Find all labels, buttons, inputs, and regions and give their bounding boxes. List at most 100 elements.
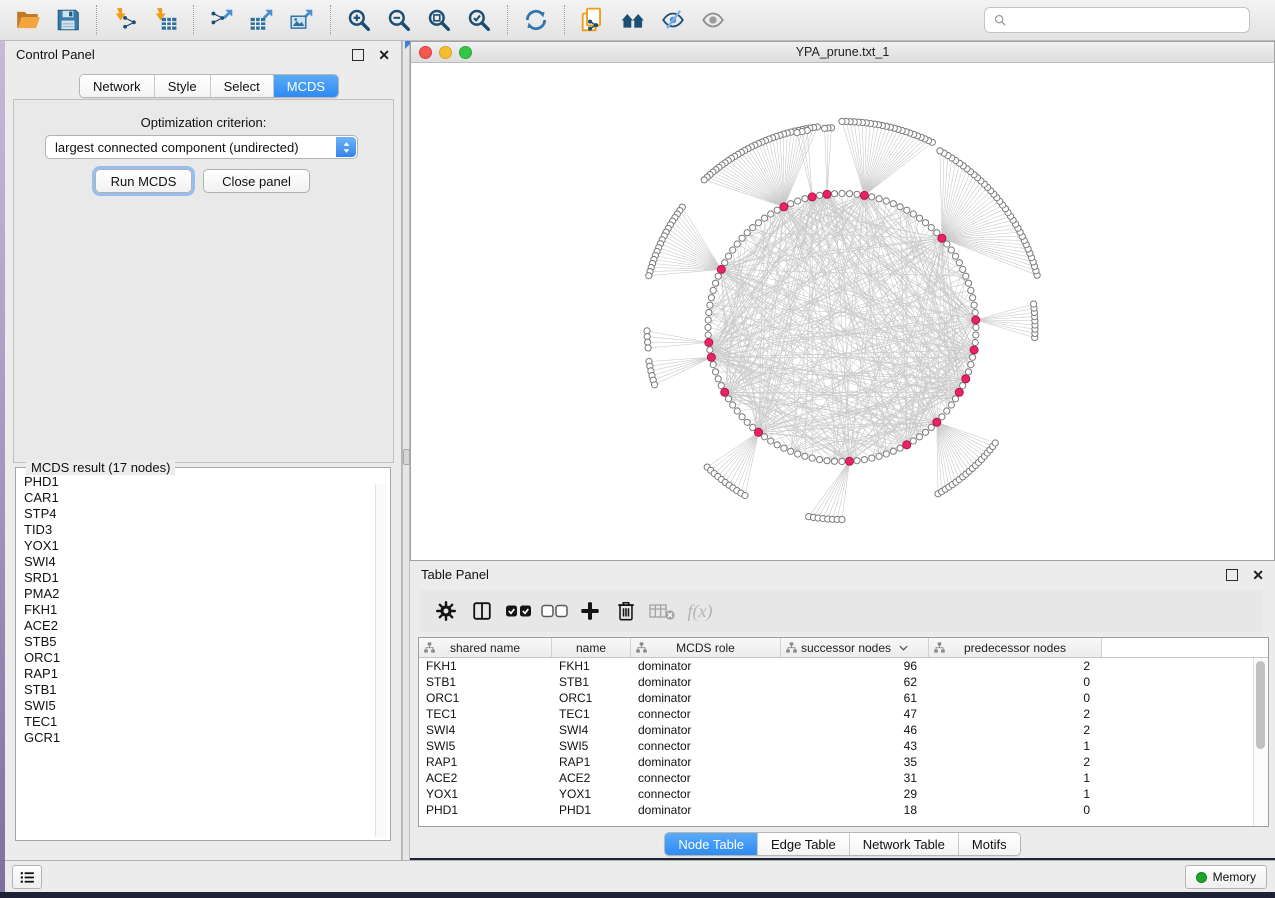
table-row[interactable]: ORC1ORC1dominator610: [419, 690, 1268, 706]
cell-successor_nodes: 47: [781, 707, 929, 721]
import-network-icon[interactable]: [109, 4, 141, 36]
maximize-window-icon[interactable]: [459, 46, 472, 59]
cell-name: SWI5: [552, 739, 631, 753]
export-network-icon[interactable]: [206, 4, 238, 36]
table-row[interactable]: STB1STB1dominator620: [419, 674, 1268, 690]
settings-icon[interactable]: [428, 594, 464, 628]
cell-name: RAP1: [552, 755, 631, 769]
select-spinner-icon[interactable]: [336, 137, 356, 157]
deselect-all-icon[interactable]: [536, 594, 572, 628]
mcds-result-item[interactable]: ACE2: [24, 618, 390, 634]
optimization-criterion-select[interactable]: largest connected component (undirected): [45, 135, 358, 159]
mcds-result-scrollbar[interactable]: [375, 484, 387, 837]
network-from-document-icon[interactable]: [577, 4, 609, 36]
column-header-MCDS-role[interactable]: MCDS role: [631, 638, 781, 657]
tab-edge-table[interactable]: Edge Table: [758, 833, 850, 855]
cell-mcds_role: connector: [631, 707, 781, 721]
mcds-result-item[interactable]: TEC1: [24, 714, 390, 730]
save-icon[interactable]: [52, 4, 84, 36]
tab-motifs[interactable]: Motifs: [959, 833, 1020, 855]
tab-network[interactable]: Network: [80, 75, 155, 97]
delete-icon[interactable]: [608, 594, 644, 628]
mcds-result-item[interactable]: FKH1: [24, 602, 390, 618]
cell-name: TEC1: [552, 707, 631, 721]
mcds-result-item[interactable]: GCR1: [24, 730, 390, 746]
houses-icon[interactable]: [617, 4, 649, 36]
table-row[interactable]: SWI5SWI5connector431: [419, 738, 1268, 754]
refresh-icon[interactable]: [520, 4, 552, 36]
table-row[interactable]: SWI4SWI4dominator462: [419, 722, 1268, 738]
table-row[interactable]: ACE2ACE2connector311: [419, 770, 1268, 786]
float-panel-icon[interactable]: [1226, 569, 1238, 581]
add-icon[interactable]: [572, 594, 608, 628]
tab-mcds[interactable]: MCDS: [274, 75, 338, 97]
export-table-icon[interactable]: [246, 4, 278, 36]
column-header-predecessor-nodes[interactable]: predecessor nodes: [929, 638, 1102, 657]
mcds-result-item[interactable]: RAP1: [24, 666, 390, 682]
tab-network-table[interactable]: Network Table: [850, 833, 959, 855]
table-tabs: Node TableEdge TableNetwork TableMotifs: [664, 832, 1020, 856]
main-toolbar-icons: [8, 4, 733, 36]
close-panel-button[interactable]: Close panel: [203, 169, 310, 193]
select-all-icon[interactable]: [500, 594, 536, 628]
zoom-out-icon[interactable]: [383, 4, 415, 36]
hide-graphics-details-icon[interactable]: [657, 4, 689, 36]
column-header-shared-name[interactable]: shared name: [419, 638, 552, 657]
column-header-successor-nodes[interactable]: successor nodes: [781, 638, 929, 657]
close-window-icon[interactable]: [419, 46, 432, 59]
mcds-result-item[interactable]: STP4: [24, 506, 390, 522]
mcds-result-item[interactable]: SWI4: [24, 554, 390, 570]
network-graph[interactable]: [411, 63, 1274, 560]
mcds-result-item[interactable]: STB1: [24, 682, 390, 698]
tab-node-table[interactable]: Node Table: [665, 833, 758, 855]
table-row[interactable]: FKH1FKH1dominator962: [419, 658, 1268, 674]
toolbar-separator: [193, 5, 194, 35]
node-table-header-row: shared namenameMCDS rolesuccessor nodesp…: [419, 638, 1268, 658]
mcds-result-item[interactable]: SRD1: [24, 570, 390, 586]
show-graphics-details-icon[interactable]: [697, 4, 729, 36]
float-panel-icon[interactable]: [352, 49, 364, 61]
memory-button[interactable]: Memory: [1185, 865, 1267, 889]
search-box[interactable]: [984, 7, 1250, 33]
network-window-title: YPA_prune.txt_1: [796, 45, 890, 59]
cell-shared_name: RAP1: [419, 755, 552, 769]
mcds-result-item[interactable]: CAR1: [24, 490, 390, 506]
zoom-fit-icon[interactable]: [423, 4, 455, 36]
minimize-window-icon[interactable]: [439, 46, 452, 59]
mcds-result-item[interactable]: PHD1: [24, 474, 390, 490]
table-row[interactable]: PHD1PHD1dominator180: [419, 802, 1268, 818]
cell-name: FKH1: [552, 659, 631, 673]
table-row[interactable]: RAP1RAP1dominator352: [419, 754, 1268, 770]
mcds-result-item[interactable]: ORC1: [24, 650, 390, 666]
import-table-icon[interactable]: [149, 4, 181, 36]
table-scrollbar[interactable]: [1253, 658, 1268, 826]
network-window-titlebar[interactable]: YPA_prune.txt_1: [410, 41, 1275, 63]
search-input[interactable]: [1013, 12, 1241, 28]
export-image-icon[interactable]: [286, 4, 318, 36]
mcds-result-item[interactable]: STB5: [24, 634, 390, 650]
run-mcds-button[interactable]: Run MCDS: [95, 169, 192, 193]
close-panel-icon[interactable]: ✕: [1252, 570, 1264, 580]
mcds-result-item[interactable]: SWI5: [24, 698, 390, 714]
cell-successor_nodes: 43: [781, 739, 929, 753]
tab-select[interactable]: Select: [211, 75, 274, 97]
close-panel-icon[interactable]: ✕: [378, 50, 390, 60]
zoom-in-icon[interactable]: [343, 4, 375, 36]
panel-splitter[interactable]: [402, 41, 410, 860]
open-file-icon[interactable]: [12, 4, 44, 36]
cell-successor_nodes: 62: [781, 675, 929, 689]
splitter-handle-icon[interactable]: [403, 449, 410, 465]
task-history-button[interactable]: [12, 865, 42, 889]
table-scrollbar-thumb[interactable]: [1256, 661, 1265, 749]
network-canvas[interactable]: [410, 63, 1275, 561]
mcds-result-item[interactable]: PMA2: [24, 586, 390, 602]
column-header-name[interactable]: name: [552, 638, 631, 657]
mcds-result-item[interactable]: YOX1: [24, 538, 390, 554]
zoom-selected-icon[interactable]: [463, 4, 495, 36]
columns-icon[interactable]: [464, 594, 500, 628]
table-row[interactable]: TEC1TEC1connector472: [419, 706, 1268, 722]
mcds-result-item[interactable]: TID3: [24, 522, 390, 538]
node-table: shared namenameMCDS rolesuccessor nodesp…: [418, 637, 1269, 827]
table-row[interactable]: YOX1YOX1connector291: [419, 786, 1268, 802]
tab-style[interactable]: Style: [155, 75, 211, 97]
